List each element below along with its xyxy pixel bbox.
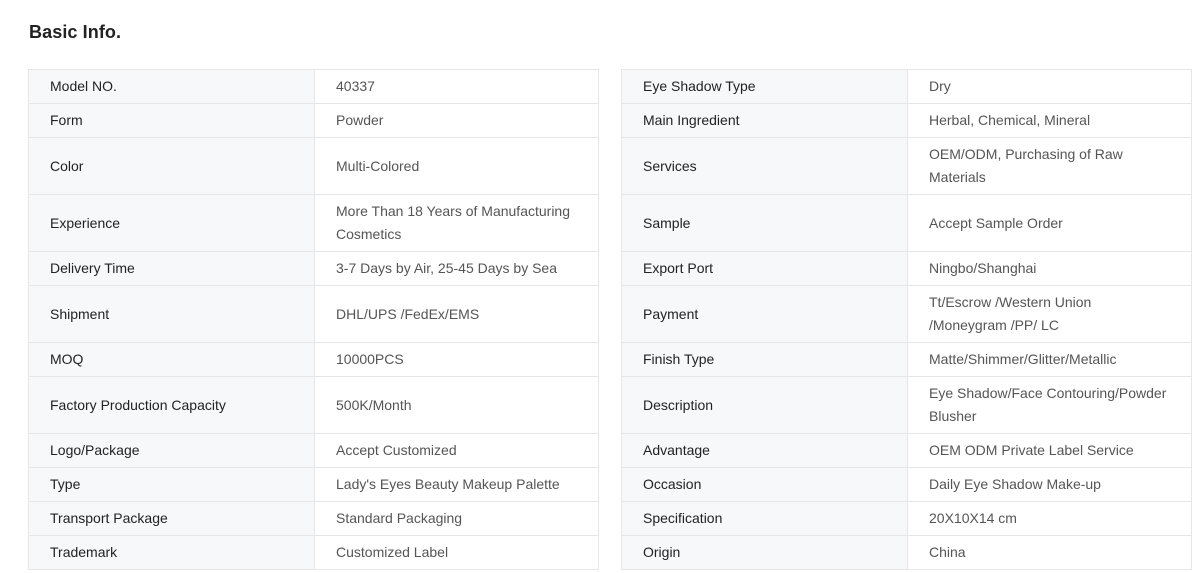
- attribute-name: Logo/Package: [28, 433, 315, 468]
- table-row: Shipment DHL/UPS /FedEx/EMS: [28, 285, 599, 343]
- table-row: Factory Production Capacity 500K/Month: [28, 376, 599, 434]
- table-row: Main Ingredient Herbal, Chemical, Mineral: [621, 103, 1192, 138]
- table-row: Origin China: [621, 535, 1192, 570]
- attribute-value: Tt/Escrow /Western Union /Moneygram /PP/…: [907, 285, 1192, 343]
- attribute-value: Standard Packaging: [314, 501, 599, 536]
- attribute-value: 500K/Month: [314, 376, 599, 434]
- attribute-name: Services: [621, 137, 908, 195]
- attribute-value: Herbal, Chemical, Mineral: [907, 103, 1192, 138]
- table-row: Trademark Customized Label: [28, 535, 599, 570]
- attribute-name: Advantage: [621, 433, 908, 468]
- table-row: Payment Tt/Escrow /Western Union /Moneygr…: [621, 285, 1192, 343]
- attribute-name: Trademark: [28, 535, 315, 570]
- attribute-value: Daily Eye Shadow Make-up: [907, 467, 1192, 502]
- attribute-name: Type: [28, 467, 315, 502]
- attribute-value: OEM ODM Private Label Service: [907, 433, 1192, 468]
- table-row: Experience More Than 18 Years of Manufact…: [28, 194, 599, 252]
- attribute-value: OEM/ODM, Purchasing of Raw Materials: [907, 137, 1192, 195]
- table-row: Model NO. 40337: [28, 69, 599, 104]
- spec-table-left: Model NO. 40337 Form Powder Color Multi-Color…: [28, 69, 599, 570]
- table-row: Export Port Ningbo/Shanghai: [621, 251, 1192, 286]
- attribute-name: Experience: [28, 194, 315, 252]
- attribute-name: Eye Shadow Type: [621, 69, 908, 104]
- attribute-value: Eye Shadow/Face Contouring/Powder Blushe…: [907, 376, 1192, 434]
- section-title: Basic Info.: [29, 22, 122, 42]
- table-row: Services OEM/ODM, Purchasing of Raw Mater…: [621, 137, 1192, 195]
- attribute-name: Origin: [621, 535, 908, 570]
- table-row: Occasion Daily Eye Shadow Make-up: [621, 467, 1192, 502]
- attribute-name: Payment: [621, 285, 908, 343]
- attribute-value: Ningbo/Shanghai: [907, 251, 1192, 286]
- attribute-value: Accept Customized: [314, 433, 599, 468]
- attribute-value: Accept Sample Order: [907, 194, 1192, 252]
- attribute-name: MOQ: [28, 342, 315, 377]
- attribute-name: Occasion: [621, 467, 908, 502]
- attribute-value: Dry: [907, 69, 1192, 104]
- attribute-name: Sample: [621, 194, 908, 252]
- attribute-value: China: [907, 535, 1192, 570]
- table-row: Advantage OEM ODM Private Label Service: [621, 433, 1192, 468]
- table-row: Form Powder: [28, 103, 599, 138]
- table-row: Delivery Time 3-7 Days by Air, 25-45 Days…: [28, 251, 599, 286]
- attribute-name: Model NO.: [28, 69, 315, 104]
- table-row: Description Eye Shadow/Face Contouring/Po…: [621, 376, 1192, 434]
- table-row: Finish Type Matte/Shimmer/Glitter/Metalli…: [621, 342, 1192, 377]
- table-row: Logo/Package Accept Customized: [28, 433, 599, 468]
- spec-table-right: Eye Shadow Type Dry Main Ingredient Herbal,…: [621, 69, 1192, 570]
- attribute-value: 40337: [314, 69, 599, 104]
- attribute-value: Multi-Colored: [314, 137, 599, 195]
- attribute-value: DHL/UPS /FedEx/EMS: [314, 285, 599, 343]
- attribute-name: Finish Type: [621, 342, 908, 377]
- attribute-value: Matte/Shimmer/Glitter/Metallic: [907, 342, 1192, 377]
- table-row: Transport Package Standard Packaging: [28, 501, 599, 536]
- table-row: Type Lady's Eyes Beauty Makeup Palette: [28, 467, 599, 502]
- attribute-value: 3-7 Days by Air, 25-45 Days by Sea: [314, 251, 599, 286]
- attribute-name: Color: [28, 137, 315, 195]
- attribute-name: Description: [621, 376, 908, 434]
- attribute-value: Lady's Eyes Beauty Makeup Palette: [314, 467, 599, 502]
- table-row: Sample Accept Sample Order: [621, 194, 1192, 252]
- table-row: Color Multi-Colored: [28, 137, 599, 195]
- attribute-name: Shipment: [28, 285, 315, 343]
- table-row: Specification 20X10X14 cm: [621, 501, 1192, 536]
- attribute-name: Delivery Time: [28, 251, 315, 286]
- attribute-name: Main Ingredient: [621, 103, 908, 138]
- attribute-name: Form: [28, 103, 315, 138]
- attribute-value: Customized Label: [314, 535, 599, 570]
- attribute-value: 10000PCS: [314, 342, 599, 377]
- attribute-value: Powder: [314, 103, 599, 138]
- table-row: Eye Shadow Type Dry: [621, 69, 1192, 104]
- attribute-value: More Than 18 Years of Manufacturing Cosm…: [314, 194, 599, 252]
- attribute-name: Factory Production Capacity: [28, 376, 315, 434]
- table-row: MOQ 10000PCS: [28, 342, 599, 377]
- attribute-name: Transport Package: [28, 501, 315, 536]
- attribute-name: Specification: [621, 501, 908, 536]
- attribute-value: 20X10X14 cm: [907, 501, 1192, 536]
- attribute-name: Export Port: [621, 251, 908, 286]
